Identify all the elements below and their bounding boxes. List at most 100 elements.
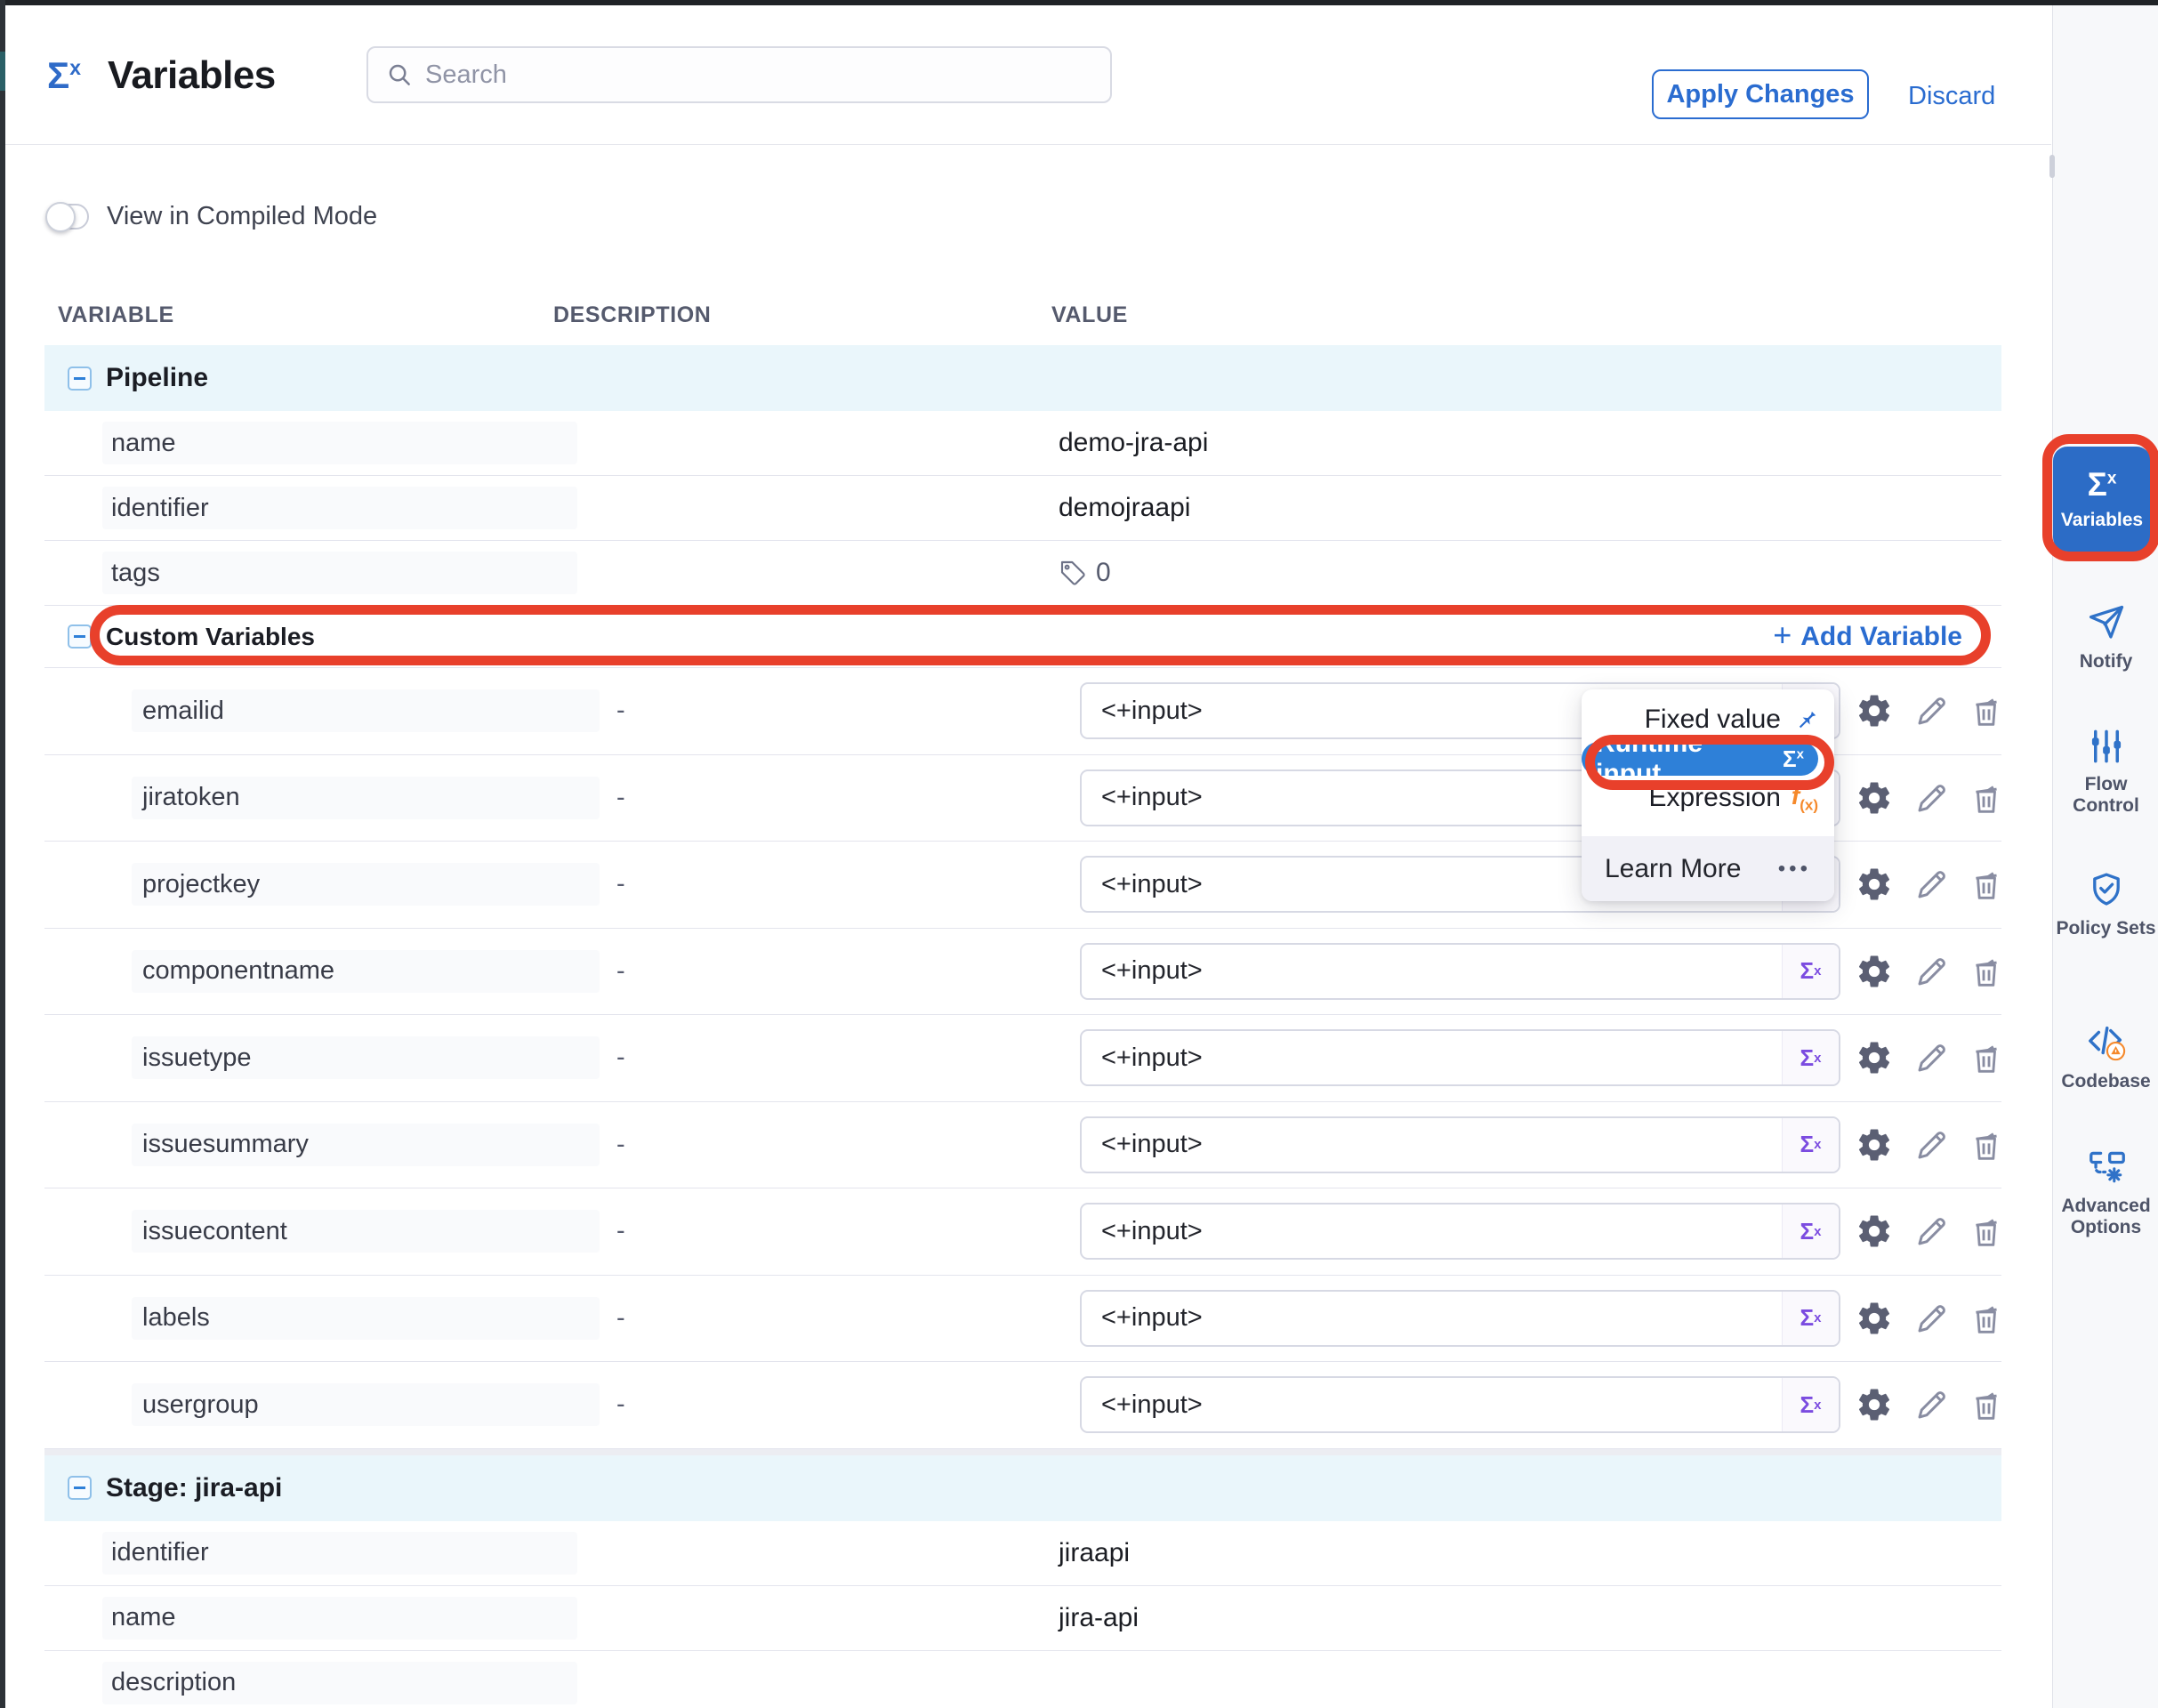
- settings-button[interactable]: [1854, 951, 1895, 992]
- runtime-input-sigma-icon[interactable]: Σx: [1782, 1204, 1839, 1258]
- edit-button[interactable]: [1912, 1124, 1953, 1165]
- sidebar-item-flow-control[interactable]: Flow Control: [2053, 728, 2158, 817]
- table-row: identifier demojraapi: [44, 476, 2001, 541]
- delete-button[interactable]: [1966, 864, 2007, 905]
- gear-icon: [1856, 866, 1893, 903]
- variables-sigma-icon: Σx: [47, 57, 81, 94]
- gear-icon: [1856, 779, 1893, 817]
- runtime-input-sigma-icon[interactable]: Σx: [1782, 1031, 1839, 1084]
- gear-icon: [1856, 692, 1893, 729]
- section-title: Pipeline: [106, 363, 208, 393]
- discard-button[interactable]: Discard: [1908, 82, 1995, 111]
- settings-button[interactable]: [1854, 864, 1895, 905]
- value-input[interactable]: <+input>Σx: [1080, 943, 1840, 1000]
- value-input[interactable]: <+input>Σx: [1080, 1290, 1840, 1347]
- delete-button[interactable]: [1966, 951, 2007, 992]
- edit-button[interactable]: [1912, 864, 1953, 905]
- variable-name-label: labels: [132, 1297, 600, 1340]
- sidebar-item-codebase[interactable]: Codebase: [2053, 1021, 2158, 1092]
- settings-button[interactable]: [1854, 1037, 1895, 1078]
- collapse-icon[interactable]: [68, 624, 92, 649]
- settings-button[interactable]: [1854, 1124, 1895, 1165]
- value-input[interactable]: <+input>Σx: [1080, 1203, 1840, 1260]
- edit-button[interactable]: [1912, 1298, 1953, 1339]
- paper-plane-icon: [2087, 603, 2126, 642]
- settings-button[interactable]: [1854, 777, 1895, 818]
- menu-item-expression[interactable]: Expression f(x): [1648, 778, 1818, 818]
- plus-icon: +: [1773, 619, 1792, 651]
- runtime-input-sigma-icon[interactable]: Σx: [1782, 1378, 1839, 1431]
- tags-value: 0: [1059, 558, 1111, 588]
- gear-icon: [1856, 1386, 1893, 1423]
- trash-icon: [1969, 780, 2004, 816]
- trash-icon: [1969, 1301, 2004, 1336]
- sidebar-item-notify[interactable]: Notify: [2053, 603, 2158, 673]
- sidebar-item-advanced-options[interactable]: Advanced Options: [2053, 1148, 2158, 1238]
- sidebar-item-variables[interactable]: Σx Variables: [2053, 447, 2151, 552]
- pencil-icon: [1913, 1386, 1951, 1423]
- description-placeholder: -: [616, 1303, 625, 1333]
- description-placeholder: -: [616, 956, 625, 986]
- compiled-mode-row: View in Compiled Mode: [46, 202, 377, 231]
- settings-button[interactable]: [1854, 1298, 1895, 1339]
- gear-icon: [1856, 1300, 1893, 1337]
- pencil-icon: [1913, 953, 1951, 990]
- right-sidebar: Σx Variables Notify Flow Control Policy …: [2052, 5, 2158, 1708]
- runtime-input-sigma-icon[interactable]: Σx: [1782, 1292, 1839, 1345]
- search-input[interactable]: [425, 60, 1092, 90]
- gear-icon: [1856, 1039, 1893, 1076]
- value-input[interactable]: <+input>Σx: [1080, 1376, 1840, 1433]
- variable-value: demojraapi: [1059, 493, 1190, 523]
- variable-name-label: identifier: [102, 487, 577, 529]
- variable-value: demo-jra-api: [1059, 428, 1208, 458]
- codebase-icon: [2086, 1021, 2127, 1062]
- add-variable-button[interactable]: + Add Variable: [1773, 622, 1962, 652]
- more-options-icon[interactable]: •••: [1778, 857, 1811, 882]
- variable-name-label: issuetype: [132, 1036, 600, 1079]
- edit-button[interactable]: [1912, 1384, 1953, 1425]
- collapse-icon[interactable]: [68, 367, 92, 391]
- value-input[interactable]: <+input>Σx: [1080, 1116, 1840, 1173]
- delete-button[interactable]: [1966, 690, 2007, 731]
- edit-button[interactable]: [1912, 777, 1953, 818]
- delete-button[interactable]: [1966, 1211, 2007, 1252]
- sigma-icon: Σx: [1783, 745, 1804, 773]
- description-placeholder: -: [616, 870, 625, 899]
- settings-button[interactable]: [1854, 1384, 1895, 1425]
- delete-button[interactable]: [1966, 1124, 2007, 1165]
- panel-resize-handle[interactable]: [2049, 155, 2055, 178]
- delete-button[interactable]: [1966, 1384, 2007, 1425]
- delete-button[interactable]: [1966, 1037, 2007, 1078]
- table-row: issuesummary - <+input>Σx: [44, 1102, 2001, 1189]
- compiled-mode-toggle[interactable]: [46, 204, 89, 230]
- menu-item-runtime-input[interactable]: Runtime input Σx: [1582, 742, 1818, 776]
- section-divider: [44, 1449, 2001, 1455]
- settings-button[interactable]: [1854, 1211, 1895, 1252]
- settings-button[interactable]: [1854, 690, 1895, 731]
- search-box[interactable]: [366, 46, 1112, 103]
- variable-value: jiraapi: [1059, 1538, 1130, 1568]
- learn-more-link[interactable]: Learn More: [1605, 854, 1741, 884]
- edit-button[interactable]: [1912, 1037, 1953, 1078]
- variables-drawer: Σx Variables Apply Changes Discard View …: [0, 0, 2158, 1708]
- apply-changes-button[interactable]: Apply Changes: [1652, 69, 1869, 119]
- runtime-input-sigma-icon[interactable]: Σx: [1782, 1118, 1839, 1172]
- runtime-input-sigma-icon[interactable]: Σx: [1782, 945, 1839, 998]
- table-row: issuecontent - <+input>Σx: [44, 1188, 2001, 1276]
- trash-icon: [1969, 954, 2004, 989]
- edit-button[interactable]: [1912, 690, 1953, 731]
- collapse-icon[interactable]: [68, 1476, 92, 1500]
- background-left-strip: [0, 0, 5, 1708]
- value-input[interactable]: <+input>Σx: [1080, 1029, 1840, 1086]
- compiled-mode-label: View in Compiled Mode: [107, 202, 377, 231]
- sidebar-item-policy-sets[interactable]: Policy Sets: [2053, 870, 2158, 939]
- pencil-icon: [1913, 1213, 1951, 1250]
- edit-button[interactable]: [1912, 951, 1953, 992]
- edit-button[interactable]: [1912, 1211, 1953, 1252]
- pencil-icon: [1913, 779, 1951, 817]
- delete-button[interactable]: [1966, 1298, 2007, 1339]
- variable-name-label: componentname: [132, 950, 600, 993]
- delete-button[interactable]: [1966, 777, 2007, 818]
- column-header-variable: VARIABLE: [58, 302, 174, 328]
- tag-icon: [1059, 559, 1087, 587]
